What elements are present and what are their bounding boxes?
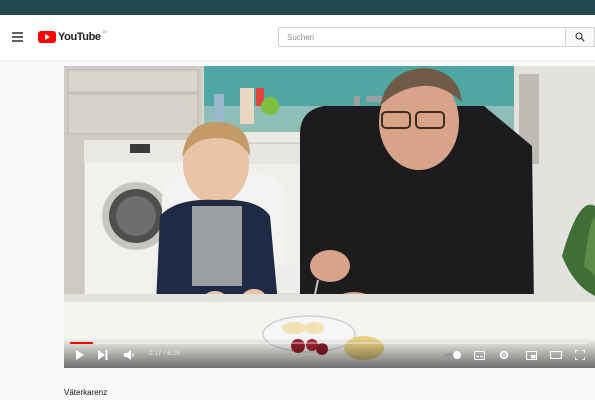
autoplay-toggle-icon <box>444 351 461 359</box>
next-icon <box>98 350 108 360</box>
search-button[interactable] <box>565 27 595 47</box>
volume-icon <box>123 350 134 360</box>
youtube-play-logo-icon <box>38 31 56 43</box>
youtube-logo[interactable]: YouTube AT <box>38 29 108 44</box>
browser-top-bar <box>0 0 595 15</box>
settings-button[interactable] <box>497 349 511 361</box>
fullscreen-icon <box>575 350 585 360</box>
progress-bar-fill <box>70 342 93 344</box>
autoplay-toggle[interactable] <box>442 349 464 361</box>
video-player[interactable]: 0:17 / 6:29 <box>64 66 595 368</box>
search-input[interactable] <box>278 27 566 47</box>
logo-text: YouTube <box>58 31 101 43</box>
miniplayer-button[interactable] <box>524 349 538 361</box>
time-display: 0:17 / 6:29 <box>149 350 180 357</box>
play-icon <box>75 350 84 360</box>
next-button[interactable] <box>96 349 110 361</box>
logo-region: AT <box>102 29 108 34</box>
video-frame <box>64 66 595 368</box>
progress-bar[interactable] <box>70 342 589 344</box>
search-icon <box>575 32 585 42</box>
theater-icon <box>550 351 562 359</box>
masthead: YouTube AT <box>0 15 595 61</box>
fullscreen-button[interactable] <box>573 349 587 361</box>
theater-button[interactable] <box>549 349 563 361</box>
volume-button[interactable] <box>122 349 136 361</box>
hamburger-menu-icon[interactable] <box>12 32 23 42</box>
subtitles-button[interactable] <box>472 349 486 361</box>
subtitles-icon <box>473 350 485 360</box>
settings-icon <box>499 350 509 360</box>
video-title: Väterkarenz <box>64 388 108 397</box>
miniplayer-icon <box>525 350 537 360</box>
play-button[interactable] <box>72 349 86 361</box>
